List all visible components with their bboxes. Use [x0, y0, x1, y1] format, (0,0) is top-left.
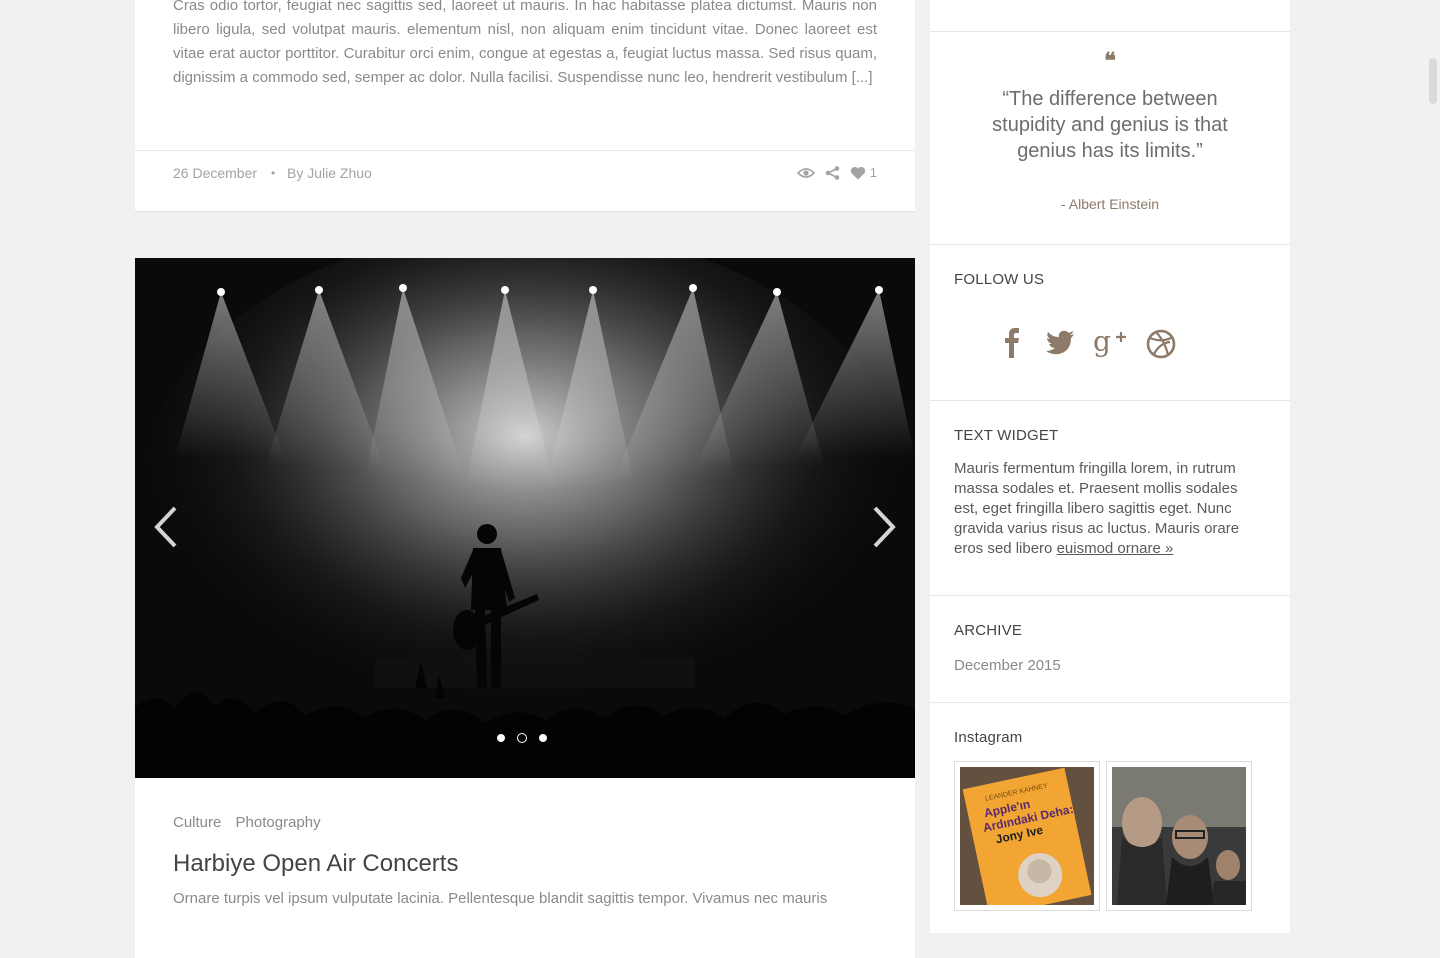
widget-title: Instagram [954, 729, 1023, 746]
post-excerpt: Ornare turpis vel ipsum vulputate lacini… [173, 890, 828, 907]
post-title[interactable]: Harbiye Open Air Concerts [173, 850, 458, 878]
post-date: 26 December [173, 165, 258, 181]
post-author-link[interactable]: By Julie Zhuo [287, 165, 372, 181]
read-more-link[interactable]: [...] [852, 69, 873, 86]
page-scrollbar[interactable] [1429, 58, 1437, 104]
slider-dot-1[interactable] [497, 734, 505, 742]
quote-author: - Albert Einstein [1060, 196, 1160, 212]
eye-icon[interactable] [796, 167, 815, 179]
concert-photo [135, 258, 915, 778]
slider-dot-2[interactable] [517, 733, 527, 743]
quote-text: “The difference between stupidity and ge… [992, 88, 1228, 162]
post-card-previous: Cras odio tortor, feugiat nec sagittis s… [135, 0, 915, 212]
book-photo: LEANDER KAHNEY Apple'ın Ardındaki Deha: … [960, 767, 1094, 905]
slider-dot-3[interactable] [539, 734, 547, 742]
widget-title: FOLLOW US [954, 271, 1045, 288]
widget-title: ARCHIVE [954, 622, 1023, 639]
post-excerpt-text: Cras odio tortor, feugiat nec sagittis s… [173, 0, 877, 86]
dribbble-icon[interactable] [1144, 325, 1178, 359]
post-meta-bar: 26 December • By Julie Zhuo 1 [135, 150, 915, 212]
category-link[interactable]: Photography [236, 814, 321, 831]
post-actions: 1 [796, 165, 877, 180]
post-excerpt: Cras odio tortor, feugiat nec sagittis s… [173, 0, 877, 90]
google-plus-icon[interactable]: g [1092, 325, 1128, 359]
image-slider[interactable] [135, 258, 915, 778]
slider-pagination [497, 733, 547, 743]
selfie-photo [1112, 767, 1246, 905]
svg-text:g: g [1093, 325, 1111, 358]
post-card-concerts: Culture Photography Harbiye Open Air Con… [135, 258, 915, 958]
follow-widget: FOLLOW US g [930, 245, 1290, 401]
instagram-thumbnails: LEANDER KAHNEY Apple'ın Ardındaki Deha: … [954, 761, 1252, 911]
heart-icon[interactable] [850, 166, 866, 180]
widget-title: TEXT WIDGET [954, 427, 1059, 444]
social-links: g [996, 325, 1178, 359]
twitter-icon[interactable] [1044, 325, 1076, 359]
sidebar: ❝ “The difference between stupidity and … [930, 0, 1290, 933]
share-icon[interactable] [825, 165, 840, 180]
slider-next-arrow[interactable] [871, 504, 899, 555]
like-count: 1 [869, 165, 877, 180]
post-categories: Culture Photography [173, 814, 331, 831]
category-link[interactable]: Culture [173, 814, 221, 831]
instagram-thumb[interactable]: LEANDER KAHNEY Apple'ın Ardındaki Deha: … [954, 761, 1100, 911]
quote-widget: ❝ “The difference between stupidity and … [930, 32, 1290, 245]
instagram-widget: Instagram LEANDER KAHNEY Apple'ın Ardınd… [930, 703, 1290, 933]
archive-link[interactable]: December 2015 [954, 657, 1061, 674]
instagram-thumb[interactable] [1106, 761, 1252, 911]
quote-icon: ❝ [1104, 48, 1116, 74]
text-widget: TEXT WIDGET Mauris fermentum fringilla l… [930, 401, 1290, 596]
text-widget-link[interactable]: euismod ornare » [1057, 540, 1174, 557]
archive-widget: ARCHIVE December 2015 [930, 596, 1290, 703]
sidebar-widget-top [930, 0, 1290, 32]
facebook-icon[interactable] [996, 325, 1028, 359]
slider-prev-arrow[interactable] [151, 504, 179, 555]
text-widget-body: Mauris fermentum fringilla lorem, in rut… [954, 459, 1259, 559]
meta-separator: • [271, 166, 276, 180]
